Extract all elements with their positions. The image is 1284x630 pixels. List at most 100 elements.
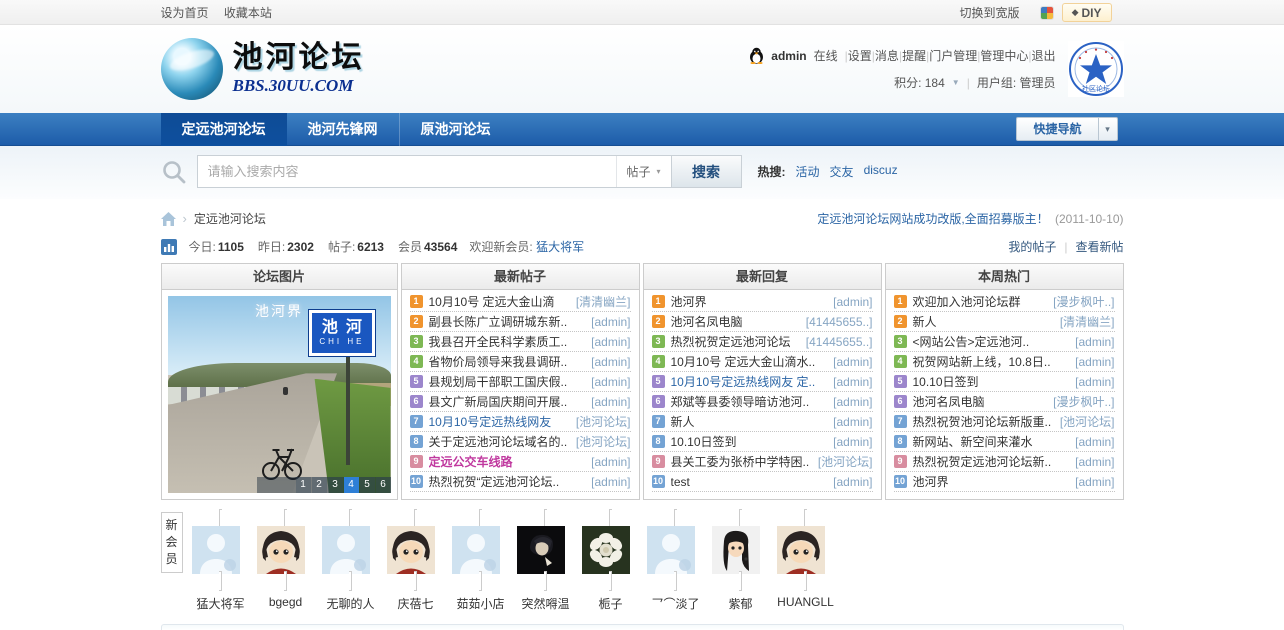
post-title-link[interactable]: <网站公告>定远池河.. bbox=[913, 333, 1072, 350]
switch-wide-link[interactable]: 切换到宽版 bbox=[960, 4, 1020, 21]
post-author-link[interactable]: [admin] bbox=[591, 355, 630, 369]
home-icon[interactable] bbox=[161, 212, 176, 226]
tab-原池河论坛[interactable]: 原池河论坛 bbox=[399, 113, 512, 146]
post-title-link[interactable]: 10月10号 定远大金山滴 bbox=[429, 293, 572, 310]
user-menu-link[interactable]: 消息 bbox=[875, 49, 899, 63]
hot-link[interactable]: discuz bbox=[864, 163, 898, 180]
member-avatar[interactable] bbox=[582, 509, 640, 591]
post-title-link[interactable]: 郑斌等县委领导暗访池河.. bbox=[671, 393, 830, 410]
user-menu-link[interactable]: 管理中心 bbox=[980, 49, 1028, 63]
post-title-link[interactable]: 我县召开全民科学素质工.. bbox=[429, 333, 588, 350]
post-title-link[interactable]: 池河界 bbox=[913, 473, 1072, 490]
search-button[interactable]: 搜索 bbox=[671, 156, 741, 187]
post-title-link[interactable]: 热烈祝贺定远池河论坛 bbox=[671, 333, 802, 350]
post-title-link[interactable]: 新人 bbox=[913, 313, 1056, 330]
post-author-link[interactable]: [admin] bbox=[591, 315, 630, 329]
post-title-link[interactable]: 热烈祝贺定远池河论坛新.. bbox=[913, 453, 1072, 470]
post-title-link[interactable]: 10.10日签到 bbox=[671, 433, 830, 450]
site-logo[interactable]: 池河论坛 BBS.30UU.COM bbox=[161, 38, 365, 100]
photo-page-5[interactable]: 5 bbox=[360, 477, 375, 493]
member-name-link[interactable]: bgegd bbox=[257, 595, 315, 609]
post-author-link[interactable]: [admin] bbox=[1075, 375, 1114, 389]
post-title-link[interactable]: 热烈祝贺“定远池河论坛.. bbox=[429, 473, 588, 490]
member-avatar[interactable] bbox=[647, 509, 705, 591]
post-title-link[interactable]: test bbox=[671, 475, 830, 489]
credits-caret-icon[interactable]: ▼ bbox=[952, 78, 960, 87]
post-title-link[interactable]: 10月10号定远热线网友 bbox=[429, 413, 572, 430]
new-member-link[interactable]: 猛大将军 bbox=[536, 240, 584, 254]
post-title-link[interactable]: 关于定远池河论坛域名的.. bbox=[429, 433, 572, 450]
tab-池河先锋网[interactable]: 池河先锋网 bbox=[287, 113, 399, 146]
hot-link[interactable]: 交友 bbox=[830, 163, 854, 180]
post-author-link[interactable]: [admin] bbox=[833, 415, 872, 429]
stats-link[interactable]: 我的帖子 bbox=[1008, 238, 1056, 255]
member-name-link[interactable]: 紫郁 bbox=[712, 595, 770, 612]
announcement-link[interactable]: 定远池河论坛网站成功改版,全面招募版主！ bbox=[817, 212, 1048, 226]
post-title-link[interactable]: 县文广新局国庆期间开展.. bbox=[429, 393, 588, 410]
post-title-link[interactable]: 省物价局领导来我县调研.. bbox=[429, 353, 588, 370]
post-title-link[interactable]: 池河名凤电脑 bbox=[671, 313, 802, 330]
photo-page-4[interactable]: 4 bbox=[344, 477, 359, 493]
credits-link[interactable]: 积分: 184 bbox=[894, 74, 945, 91]
member-name-link[interactable]: 猛大将军 bbox=[192, 595, 250, 612]
post-author-link[interactable]: [admin] bbox=[833, 375, 872, 389]
post-author-link[interactable]: [admin] bbox=[1075, 355, 1114, 369]
member-avatar[interactable] bbox=[777, 509, 835, 591]
post-author-link[interactable]: [admin] bbox=[591, 395, 630, 409]
post-author-link[interactable]: [admin] bbox=[591, 475, 630, 489]
post-title-link[interactable]: 县关工委为张桥中学特困.. bbox=[671, 453, 814, 470]
post-author-link[interactable]: [池河论坛] bbox=[576, 433, 631, 450]
bookmark-site-link[interactable]: 收藏本站 bbox=[224, 6, 272, 20]
post-author-link[interactable]: [清清幽兰] bbox=[576, 293, 631, 310]
post-title-link[interactable]: 热烈祝贺池河论坛新版重.. bbox=[913, 413, 1056, 430]
post-author-link[interactable]: [admin] bbox=[591, 455, 630, 469]
post-title-link[interactable]: 定远公交车线路 bbox=[429, 453, 588, 470]
post-author-link[interactable]: [清清幽兰] bbox=[1060, 313, 1115, 330]
member-name-link[interactable]: 茹茹小店 bbox=[452, 595, 510, 612]
post-title-link[interactable]: 副县长陈广立调研城东新.. bbox=[429, 313, 588, 330]
forum-photo[interactable]: 池河 CHI HE 池河界 123456 bbox=[168, 296, 391, 493]
post-author-link[interactable]: [admin] bbox=[833, 475, 872, 489]
post-author-link[interactable]: [41445655..] bbox=[806, 335, 873, 349]
quick-nav-dropdown-icon[interactable]: ▾ bbox=[1098, 117, 1118, 141]
post-title-link[interactable]: 10月10号定远热线网友 定.. bbox=[671, 373, 830, 390]
post-title-link[interactable]: 欢迎加入池河论坛群 bbox=[913, 293, 1050, 310]
member-name-link[interactable]: 栀子 bbox=[582, 595, 640, 612]
post-author-link[interactable]: [admin] bbox=[833, 295, 872, 309]
stats-link[interactable]: 查看新帖 bbox=[1075, 238, 1123, 255]
member-name-link[interactable]: 庆蓓七 bbox=[387, 595, 445, 612]
post-title-link[interactable]: 10.10日签到 bbox=[913, 373, 1072, 390]
post-author-link[interactable]: [池河论坛] bbox=[818, 453, 873, 470]
post-author-link[interactable]: [admin] bbox=[833, 435, 872, 449]
post-title-link[interactable]: 10月10号 定远大金山滴水.. bbox=[671, 353, 830, 370]
member-avatar[interactable] bbox=[387, 509, 445, 591]
post-author-link[interactable]: [admin] bbox=[591, 375, 630, 389]
member-name-link[interactable]: 无聊的人 bbox=[322, 595, 380, 612]
username[interactable]: admin bbox=[771, 49, 806, 63]
post-author-link[interactable]: [池河论坛] bbox=[576, 413, 631, 430]
post-author-link[interactable]: [admin] bbox=[1075, 435, 1114, 449]
theme-palette-icon[interactable] bbox=[1040, 6, 1054, 20]
quick-nav-button[interactable]: 快捷导航 bbox=[1016, 117, 1097, 141]
hot-link[interactable]: 活动 bbox=[796, 163, 820, 180]
member-name-link[interactable]: HUANGLL bbox=[777, 595, 835, 609]
post-author-link[interactable]: [admin] bbox=[1075, 475, 1114, 489]
photo-page-3[interactable]: 3 bbox=[328, 477, 343, 493]
post-author-link[interactable]: [漫步枫叶..] bbox=[1053, 393, 1114, 410]
usergroup-link[interactable]: 用户组: 管理员 bbox=[977, 74, 1056, 91]
member-avatar[interactable] bbox=[192, 509, 250, 591]
post-title-link[interactable]: 池河名凤电脑 bbox=[913, 393, 1050, 410]
member-avatar[interactable] bbox=[712, 509, 770, 591]
post-author-link[interactable]: [admin] bbox=[833, 395, 872, 409]
post-title-link[interactable]: 新网站、新空间来灌水 bbox=[913, 433, 1072, 450]
member-name-link[interactable]: 突然嘚温 bbox=[517, 595, 575, 612]
post-author-link[interactable]: [admin] bbox=[591, 335, 630, 349]
member-avatar[interactable] bbox=[517, 509, 575, 591]
post-title-link[interactable]: 祝贺网站新上线，10.8日.. bbox=[913, 353, 1072, 370]
photo-page-2[interactable]: 2 bbox=[312, 477, 327, 493]
user-menu-link[interactable]: 设置 bbox=[848, 49, 872, 63]
diy-button[interactable]: ◆ DIY bbox=[1062, 3, 1112, 22]
user-menu-link[interactable]: 提醒 bbox=[902, 49, 926, 63]
user-menu-link[interactable]: 退出 bbox=[1031, 49, 1055, 63]
post-author-link[interactable]: [池河论坛] bbox=[1060, 413, 1115, 430]
